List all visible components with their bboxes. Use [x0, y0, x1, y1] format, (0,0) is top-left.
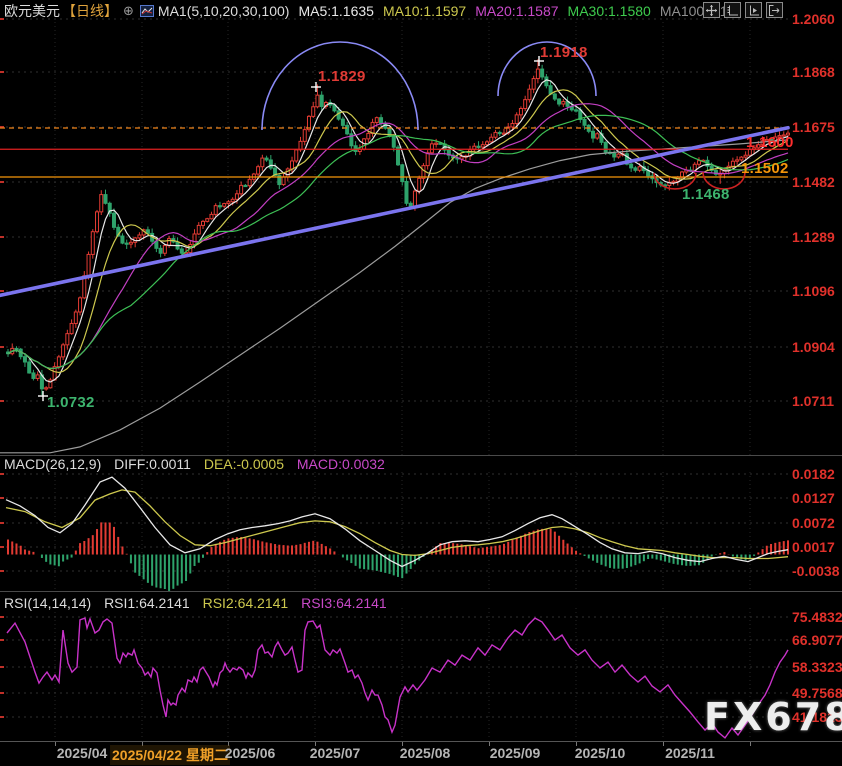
- price-axis-label: 1.1289: [792, 229, 835, 245]
- ma5-line: [8, 80, 788, 382]
- rsi3-value: RSI3:64.2141: [301, 595, 387, 611]
- trendline: [0, 128, 788, 296]
- rsi1-value: RSI1:64.2141: [104, 595, 190, 611]
- selected-date-label: 2025/04/22 星期二: [110, 745, 230, 765]
- watermark: FX678: [704, 695, 842, 739]
- chart-thumbnail-icon[interactable]: [140, 5, 154, 17]
- price-axis-label: 1.1096: [792, 283, 835, 299]
- chart-toolbar: [703, 2, 783, 18]
- macd-dea-value: DEA:-0.0005: [204, 456, 284, 472]
- price-annotation: 1.1468: [682, 186, 730, 203]
- price-annotation: 1.1502: [741, 160, 789, 177]
- macd-axis-label: 0.0127: [792, 490, 835, 506]
- rsi-axis-label: 66.9077: [792, 632, 842, 648]
- price-annotation: 1.1600: [746, 134, 794, 151]
- date-tick: [750, 742, 751, 746]
- rsi2-value: RSI2:64.2141: [203, 595, 289, 611]
- macd-diff-value: DIFF:0.0011: [114, 456, 191, 472]
- date-label: 2025/04: [57, 745, 108, 761]
- date-label: 2025/08: [400, 745, 451, 761]
- rsi-axis-label: 75.4832: [792, 609, 842, 625]
- trading-chart-window: 欧元美元 【日线】 ⊕ MA1(5,10,20,30,100) MA5:1.16…: [0, 0, 842, 766]
- price-axis-label: 1.1675: [792, 119, 835, 135]
- symbol-name[interactable]: 欧元美元: [4, 1, 60, 21]
- rsi-title: RSI(14,14,14): [4, 595, 91, 611]
- ma-settings-label: MA1(5,10,20,30,100): [158, 3, 290, 19]
- ma5-value: MA5:1.1635: [298, 3, 374, 19]
- macd-title: MACD(26,12,9): [4, 456, 101, 472]
- ma20-line: [8, 104, 788, 369]
- pan-crosshair-icon[interactable]: [703, 2, 720, 18]
- date-label: 2025/07: [310, 745, 361, 761]
- rsi-panel-header: RSI(14,14,14) RSI1:64.2141 RSI2:64.2141 …: [4, 595, 396, 611]
- price-axis-label: 1.1868: [792, 64, 835, 80]
- axis-scale-icon[interactable]: [724, 2, 741, 18]
- macd-axis-label: 0.0182: [792, 466, 835, 482]
- price-annotation: 1.1918: [540, 44, 588, 61]
- ma10-value: MA10:1.1597: [383, 3, 466, 19]
- date-label: 2025/11: [665, 745, 715, 761]
- rsi-line: [7, 618, 788, 738]
- timeframe-label[interactable]: 【日线】: [62, 1, 118, 21]
- ma10-line: [8, 90, 788, 373]
- price-axis-label: 1.0711: [792, 393, 834, 409]
- rsi-axis-label: 58.3323: [792, 659, 842, 675]
- price-annotation: 1.0732: [47, 394, 95, 411]
- price-axis-label: 1.1482: [792, 174, 835, 190]
- exit-chart-icon[interactable]: [766, 2, 783, 18]
- date-axis[interactable]: 2025/042025/04/22 星期二2025/06 2025/07 2025/…: [0, 741, 842, 766]
- macd-panel-header: MACD(26,12,9) DIFF:0.0011 DEA:-0.0005 MA…: [4, 456, 394, 472]
- macd-axis-label: 0.0072: [792, 515, 835, 531]
- date-label: 2025/06: [225, 745, 276, 761]
- macd-axis-label: 0.0017: [792, 539, 835, 555]
- date-label: 2025/09: [490, 745, 541, 761]
- ma30-value: MA30:1.1580: [568, 3, 651, 19]
- price-annotation: 1.1829: [318, 68, 366, 85]
- macd-axis-label: -0.0038: [792, 563, 839, 579]
- circle-plus-icon[interactable]: ⊕: [123, 3, 134, 19]
- price-axis-label: 1.0904: [792, 339, 835, 355]
- axis-play-icon[interactable]: [745, 2, 762, 18]
- macd-macd-value: MACD:0.0032: [297, 456, 385, 472]
- date-label: 2025/10: [575, 745, 626, 761]
- chart-canvas[interactable]: [0, 0, 842, 766]
- ma20-value: MA20:1.1587: [475, 3, 558, 19]
- date-tick: [663, 742, 664, 746]
